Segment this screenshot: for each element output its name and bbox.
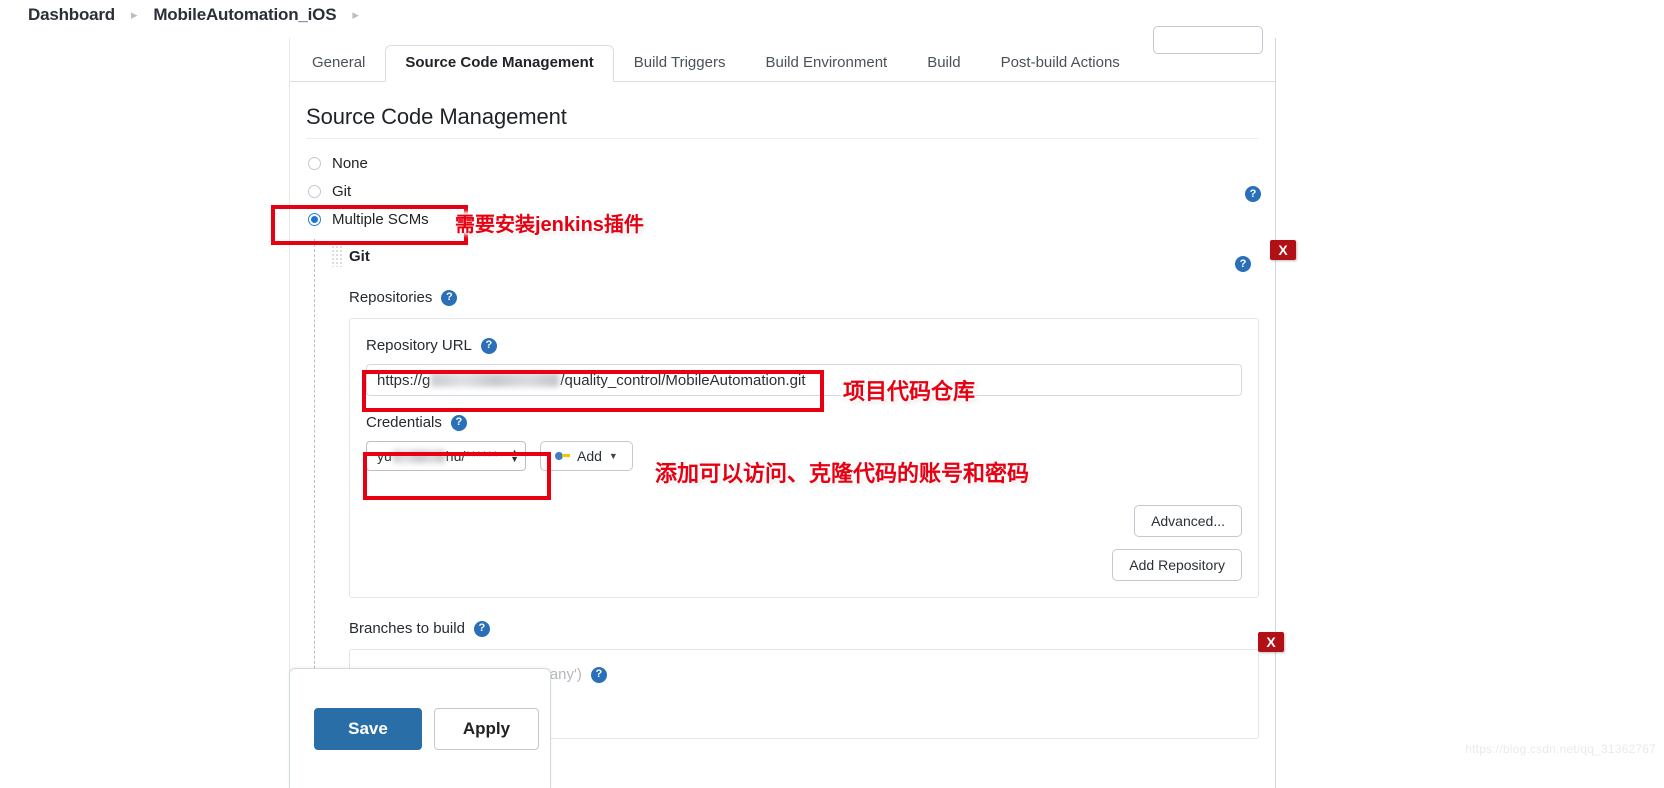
help-icon-branches[interactable]: ? [473, 620, 490, 637]
breadcrumb-separator-icon: ▸ [131, 7, 138, 22]
credentials-row: yu hu/****** ▲ ▼ Add ▼ [366, 441, 1242, 471]
scm-option-git[interactable]: Git [306, 177, 1259, 205]
radio-none-icon[interactable] [308, 156, 321, 170]
tab-source-code-management[interactable]: Source Code Management [385, 45, 614, 82]
redacted-user-block [392, 449, 445, 463]
partial-top-right-button[interactable] [1153, 26, 1263, 54]
repository-action-buttons: Advanced... Add Repository [1112, 505, 1242, 581]
title-divider [306, 138, 1259, 139]
delete-scm-button[interactable]: X [1270, 240, 1296, 260]
scm-entry-git: Git Repositories ? Repository URL ? http… [314, 239, 1284, 739]
config-tabbar: General Source Code Management Build Tri… [290, 26, 1275, 82]
scm-option-git-label: Git [332, 182, 352, 200]
delete-branch-button[interactable]: X [1258, 632, 1284, 652]
credentials-select[interactable]: yu hu/****** ▲ ▼ [366, 441, 526, 471]
repositories-label-row: Repositories ? [349, 289, 1259, 306]
apply-button[interactable]: Apply [434, 707, 539, 750]
branches-label-row: Branches to build ? [349, 620, 1259, 637]
radio-git-icon[interactable] [308, 184, 321, 198]
help-icon-branch-specifier[interactable]: ? [590, 666, 607, 683]
drag-handle-icon[interactable] [331, 245, 343, 267]
tab-build[interactable]: Build [907, 45, 980, 82]
repository-card: Repository URL ? https://g/quality_contr… [349, 318, 1259, 598]
radio-multiple-scms-icon[interactable] [308, 212, 321, 226]
help-icon-scm-section[interactable]: ? [1245, 186, 1261, 202]
redacted-host-block [431, 373, 560, 387]
repository-url-suffix: /quality_control/MobileAutomation.git [560, 371, 806, 389]
scm-option-multiple-scms[interactable]: Multiple SCMs [306, 205, 1259, 233]
breadcrumb-item-job[interactable]: MobileAutomation_iOS [153, 5, 336, 25]
save-bar: Save Apply [289, 668, 551, 788]
save-button[interactable]: Save [314, 707, 422, 750]
scm-entry-header: Git [331, 239, 1259, 273]
help-icon-repositories[interactable]: ? [441, 289, 458, 306]
tab-build-environment[interactable]: Build Environment [745, 45, 907, 82]
watermark: https://blog.csdn.net/qq_31362767 [1465, 742, 1656, 756]
breadcrumb-separator-icon-2: ▸ [352, 7, 359, 22]
tab-general[interactable]: General [292, 45, 385, 82]
help-icon-git-entry[interactable]: ? [1235, 256, 1251, 272]
chevron-down-icon: ▼ [608, 451, 618, 461]
select-stepper-icon[interactable]: ▲ ▼ [510, 448, 519, 464]
help-icon-credentials[interactable]: ? [450, 414, 467, 431]
page-title: Source Code Management [306, 104, 567, 129]
repository-url-prefix: https://g [377, 371, 431, 389]
add-credentials-label: Add [577, 448, 602, 464]
advanced-button[interactable]: Advanced... [1134, 505, 1242, 537]
repositories-label: Repositories [349, 289, 433, 306]
breadcrumb: Dashboard ▸ MobileAutomation_iOS ▸ [28, 5, 375, 25]
config-content: Source Code Management None Git Multiple… [290, 104, 1284, 739]
add-credentials-button[interactable]: Add ▼ [540, 441, 633, 471]
scm-option-multiple-scms-label: Multiple SCMs [332, 210, 429, 228]
credentials-value-prefix: yu [377, 448, 392, 464]
scm-option-none[interactable]: None [306, 149, 1259, 177]
add-repository-button[interactable]: Add Repository [1112, 549, 1242, 581]
repository-url-label: Repository URL [366, 337, 472, 354]
credentials-value-suffix: hu/****** [445, 448, 498, 464]
repository-url-input[interactable]: https://g/quality_control/MobileAutomati… [366, 364, 1242, 396]
help-icon-repository-url[interactable]: ? [480, 337, 497, 354]
credentials-label-row: Credentials ? [366, 414, 1242, 431]
breadcrumb-item-dashboard[interactable]: Dashboard [28, 5, 115, 25]
scm-entry-title: Git [349, 247, 370, 265]
repository-url-label-row: Repository URL ? [366, 337, 1242, 354]
tab-post-build-actions[interactable]: Post-build Actions [981, 45, 1140, 82]
key-icon [555, 451, 570, 461]
credentials-label: Credentials [366, 414, 442, 431]
scm-option-none-label: None [332, 154, 368, 172]
tab-build-triggers[interactable]: Build Triggers [614, 45, 746, 82]
branches-to-build-label: Branches to build [349, 620, 465, 637]
